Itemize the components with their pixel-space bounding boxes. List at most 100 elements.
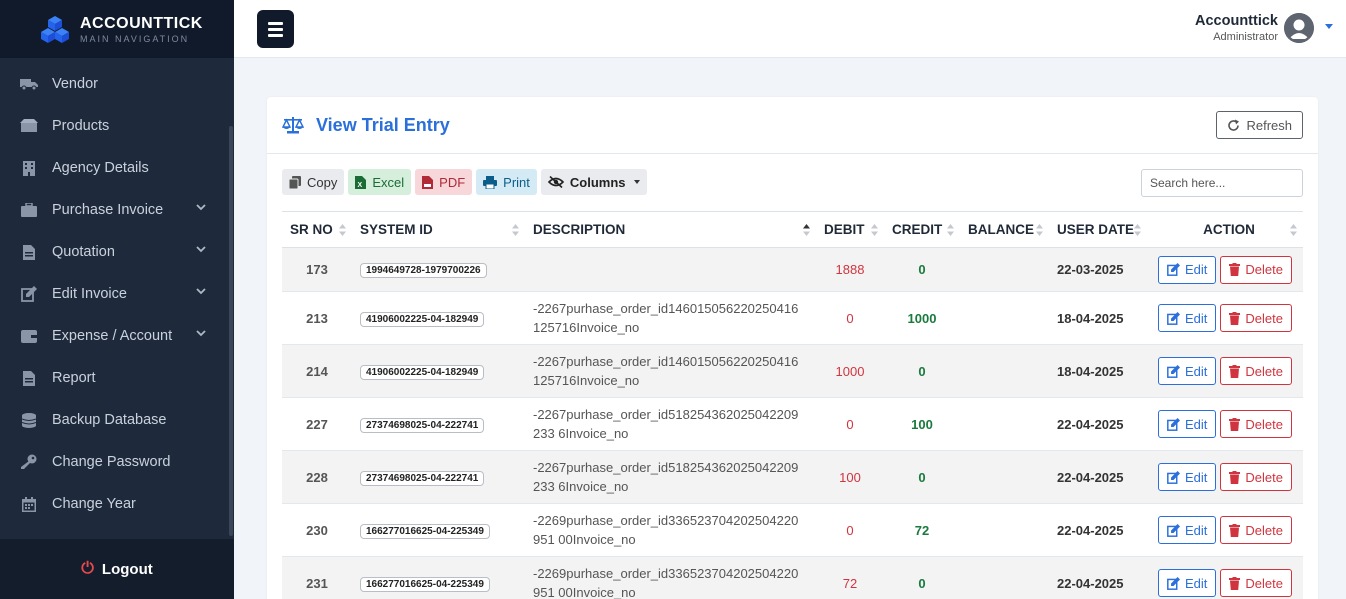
cell-credit: 100 <box>884 397 960 451</box>
sidebar-item-products[interactable]: Products <box>0 105 228 147</box>
cell-system-id: 41906002225-04-182949 <box>352 344 525 398</box>
svg-text:X: X <box>358 182 363 189</box>
system-id-badge: 1994649728-1979700226 <box>360 263 487 278</box>
sidebar-item-agency-details[interactable]: Agency Details <box>0 147 228 189</box>
cell-description: -2269purhase_order_id3365237042025042209… <box>525 556 816 599</box>
delete-button[interactable]: Delete <box>1220 516 1292 544</box>
table-row: 213 41906002225-04-182949 -2267purhase_o… <box>282 291 1303 345</box>
delete-button[interactable]: Delete <box>1220 410 1292 438</box>
pdf-button[interactable]: PDF <box>415 169 473 195</box>
print-label: Print <box>503 174 530 190</box>
refresh-label: Refresh <box>1246 117 1292 133</box>
brand[interactable]: ACCOUNTTICK MAIN NAVIGATION <box>0 0 234 58</box>
trash-icon <box>1229 263 1241 276</box>
user-dropdown-caret-icon[interactable] <box>1325 24 1333 29</box>
truck-icon <box>20 76 38 92</box>
edit-icon <box>1167 263 1180 276</box>
column-header-balance[interactable]: BALANCE <box>960 211 1049 248</box>
trash-icon <box>1229 364 1241 378</box>
search-input[interactable] <box>1141 169 1303 197</box>
sidebar: ACCOUNTTICK MAIN NAVIGATION Vendor Produ… <box>0 0 234 599</box>
edit-button[interactable]: Edit <box>1158 463 1217 491</box>
sidebar-scrollbar[interactable] <box>229 126 233 536</box>
cell-balance <box>960 503 1049 557</box>
cell-sr-no: 213 <box>282 291 352 345</box>
cell-action: Edit Delete <box>1147 503 1303 557</box>
sidebar-item-change-year[interactable]: Change Year <box>0 483 228 525</box>
user-info[interactable]: Accounttick Administrator <box>1195 13 1278 43</box>
edit-button[interactable]: Edit <box>1158 569 1217 597</box>
sort-icon <box>871 224 878 236</box>
cell-description: -2267purhase_order_id5182543620250422092… <box>525 450 816 504</box>
sidebar-item-quotation[interactable]: Quotation <box>0 231 228 273</box>
header-label: SR NO <box>290 222 333 237</box>
table-row: 173 1994649728-1979700226 1888 0 22-03-2… <box>282 247 1303 292</box>
edit-button[interactable]: Edit <box>1158 255 1217 284</box>
edit-button[interactable]: Edit <box>1158 410 1217 438</box>
edit-button[interactable]: Edit <box>1158 304 1217 332</box>
delete-button[interactable]: Delete <box>1220 304 1292 332</box>
system-id-badge: 41906002225-04-182949 <box>360 364 485 380</box>
trial-entry-table: SR NO SYSTEM ID DESCRIPTION DEBIT CREDIT… <box>282 211 1303 599</box>
sidebar-item-expense-account[interactable]: Expense / Account <box>0 315 228 357</box>
cell-debit: 1888 <box>816 247 884 292</box>
hamburger-bar <box>268 21 283 25</box>
trash-icon <box>1229 311 1241 325</box>
sidebar-item-report[interactable]: Report <box>0 357 228 399</box>
logout-button[interactable]: ⏻ Logout <box>0 539 234 599</box>
trash-icon <box>1229 576 1241 590</box>
column-header-description[interactable]: DESCRIPTION <box>525 211 816 248</box>
sidebar-item-vendor[interactable]: Vendor <box>0 63 228 105</box>
cell-balance <box>960 344 1049 398</box>
cell-sr-no: 228 <box>282 450 352 504</box>
edit-label: Edit <box>1185 363 1208 379</box>
cell-system-id: 166277016625-04-225349 <box>352 503 525 557</box>
column-header-system-id[interactable]: SYSTEM ID <box>352 211 525 248</box>
cell-description: -2269purhase_order_id3365237042025042209… <box>525 503 816 557</box>
table-row: 230 166277016625-04-225349 -2269purhase_… <box>282 503 1303 557</box>
cell-action: Edit Delete <box>1147 344 1303 398</box>
trash-icon <box>1229 470 1241 484</box>
sort-icon <box>1036 224 1043 236</box>
user-name: Accounttick <box>1195 13 1278 29</box>
column-header-user-date[interactable]: USER DATE <box>1049 211 1147 248</box>
header-label: ACTION <box>1203 222 1255 237</box>
sidebar-item-purchase-invoice[interactable]: Purchase Invoice <box>0 189 228 231</box>
edit-label: Edit <box>1185 416 1208 432</box>
columns-dropdown[interactable]: Columns <box>540 169 647 195</box>
column-header-action[interactable]: ACTION <box>1147 211 1303 248</box>
sidebar-item-edit-invoice[interactable]: Edit Invoice <box>0 273 228 315</box>
columns-label: Columns <box>569 174 626 190</box>
excel-button[interactable]: X Excel <box>348 169 412 195</box>
copy-icon <box>289 175 301 189</box>
cell-description: -2267purhase_order_id1460150562202504161… <box>525 344 816 398</box>
copy-button[interactable]: Copy <box>282 169 345 195</box>
cell-system-id: 41906002225-04-182949 <box>352 291 525 345</box>
delete-button[interactable]: Delete <box>1220 255 1292 284</box>
key-icon <box>20 454 38 470</box>
print-button[interactable]: Print <box>476 169 537 195</box>
edit-button[interactable]: Edit <box>1158 516 1217 544</box>
avatar[interactable] <box>1284 13 1314 43</box>
delete-button[interactable]: Delete <box>1220 463 1292 491</box>
sidebar-item-change-password[interactable]: Change Password <box>0 441 228 483</box>
delete-button[interactable]: Delete <box>1220 357 1292 385</box>
edit-button[interactable]: Edit <box>1158 357 1217 385</box>
sort-icon <box>1134 224 1141 236</box>
excel-file-icon: X <box>355 175 367 189</box>
table-row: 231 166277016625-04-225349 -2269purhase_… <box>282 556 1303 599</box>
refresh-button[interactable]: Refresh <box>1216 111 1303 139</box>
edit-label: Edit <box>1185 522 1208 538</box>
header-label: DEBIT <box>824 222 865 237</box>
menu-toggle-button[interactable] <box>257 10 294 48</box>
sidebar-item-backup-database[interactable]: Backup Database <box>0 399 228 441</box>
column-header-credit[interactable]: CREDIT <box>884 211 960 248</box>
cell-user-date: 22-04-2025 <box>1049 397 1147 451</box>
column-header-sr-no[interactable]: SR NO <box>282 211 352 248</box>
edit-icon <box>1167 417 1180 431</box>
sidebar-item-label: Expense / Account <box>52 328 173 344</box>
cell-user-date: 18-04-2025 <box>1049 344 1147 398</box>
column-header-debit[interactable]: DEBIT <box>816 211 884 248</box>
cell-sr-no: 214 <box>282 344 352 398</box>
delete-button[interactable]: Delete <box>1220 569 1292 597</box>
